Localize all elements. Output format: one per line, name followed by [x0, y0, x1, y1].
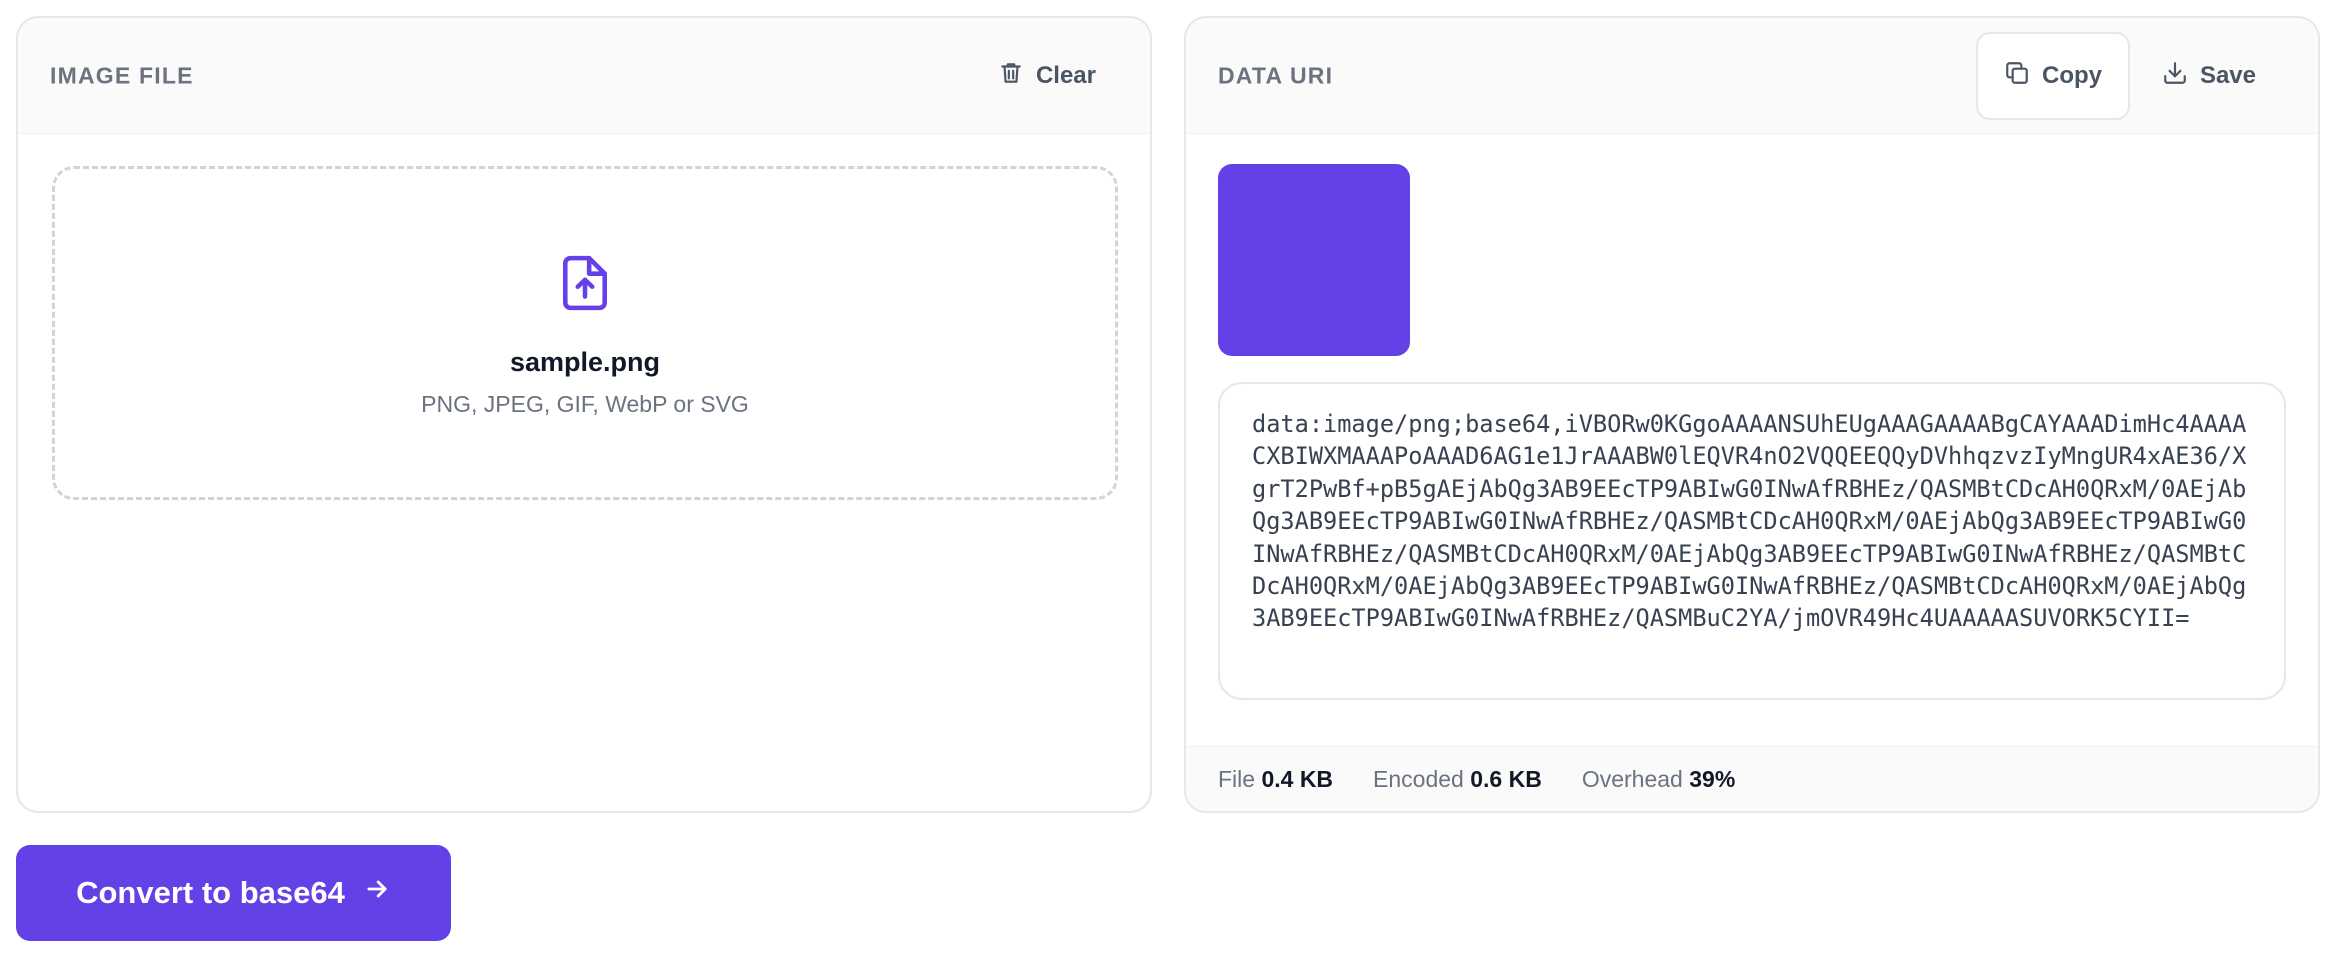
copy-button[interactable]: Copy [1976, 32, 2130, 120]
save-label: Save [2199, 62, 2256, 89]
copy-icon [2004, 60, 2030, 93]
file-size-stat: File 0.4 KB [1218, 766, 1333, 793]
overhead-value: 39% [1689, 765, 1736, 792]
download-icon [2162, 60, 2188, 93]
image-file-header: IMAGE FILE Clear [18, 18, 1150, 134]
save-button[interactable]: Save [2136, 32, 2282, 120]
clear-label: Clear [1035, 62, 1096, 89]
arrow-right-icon [363, 875, 391, 911]
data-uri-panel: DATA URI Copy Save data:image/png;base64… [1184, 16, 2320, 813]
file-upload-icon [560, 255, 610, 311]
data-uri-header: DATA URI Copy Save [1186, 18, 2318, 134]
encoded-size-label: Encoded [1373, 765, 1464, 792]
convert-button[interactable]: Convert to base64 [16, 845, 451, 941]
encoded-size-stat: Encoded 0.6 KB [1373, 766, 1542, 793]
copy-label: Copy [2042, 62, 2102, 89]
size-stats: File 0.4 KB Encoded 0.6 KB Overhead 39% [1186, 746, 2318, 811]
overhead-stat: Overhead 39% [1582, 766, 1735, 793]
accepted-formats-hint: PNG, JPEG, GIF, WebP or SVG [421, 391, 749, 417]
data-uri-output[interactable]: data:image/png;base64,iVBORw0KGgoAAAANSU… [1218, 382, 2286, 700]
encoded-size-value: 0.6 KB [1470, 765, 1542, 792]
file-size-value: 0.4 KB [1261, 765, 1334, 792]
data-uri-title: DATA URI [1218, 62, 1334, 89]
clear-button[interactable]: Clear [972, 32, 1122, 120]
image-preview [1218, 164, 1410, 356]
image-file-panel: IMAGE FILE Clear sample.png PNG, JPEG, G… [16, 16, 1152, 813]
image-dropzone[interactable]: sample.png PNG, JPEG, GIF, WebP or SVG [52, 166, 1118, 500]
selected-filename: sample.png [509, 347, 661, 377]
overhead-label: Overhead [1581, 765, 1683, 792]
data-uri-text: data:image/png;base64,iVBORw0KGgoAAAANSU… [1252, 410, 2247, 633]
file-size-label: File [1218, 765, 1256, 792]
image-file-title: IMAGE FILE [50, 62, 194, 89]
convert-label: Convert to base64 [76, 875, 345, 910]
trash-icon [998, 60, 1024, 93]
